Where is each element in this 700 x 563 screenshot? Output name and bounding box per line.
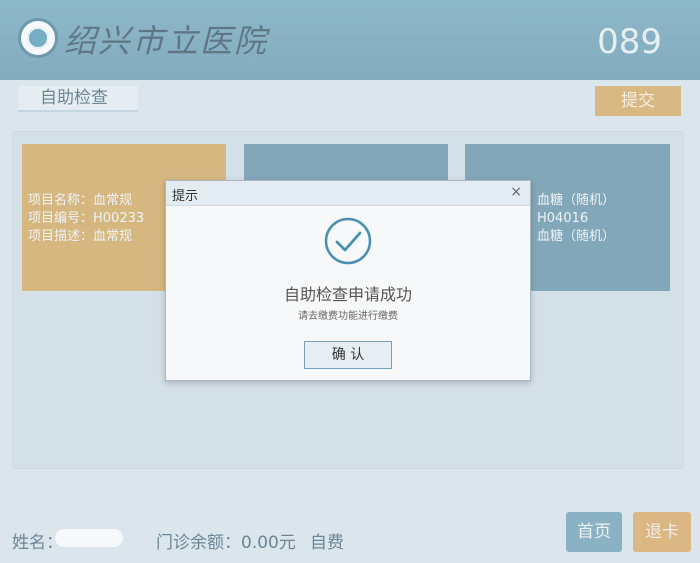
- check-circle-icon: [324, 217, 372, 265]
- dialog-title: 提示: [172, 189, 199, 204]
- dialog-sub-message: 请去缴费功能进行缴费: [298, 311, 398, 322]
- close-icon[interactable]: ×: [510, 184, 522, 200]
- dialog-message: 自助检查申请成功: [283, 285, 412, 304]
- dialog-header: [166, 181, 530, 206]
- confirm-button[interactable]: 确 认: [304, 341, 392, 369]
- success-dialog: 提示 × 自助检查申请成功 请去缴费功能进行缴费 确 认: [165, 180, 531, 381]
